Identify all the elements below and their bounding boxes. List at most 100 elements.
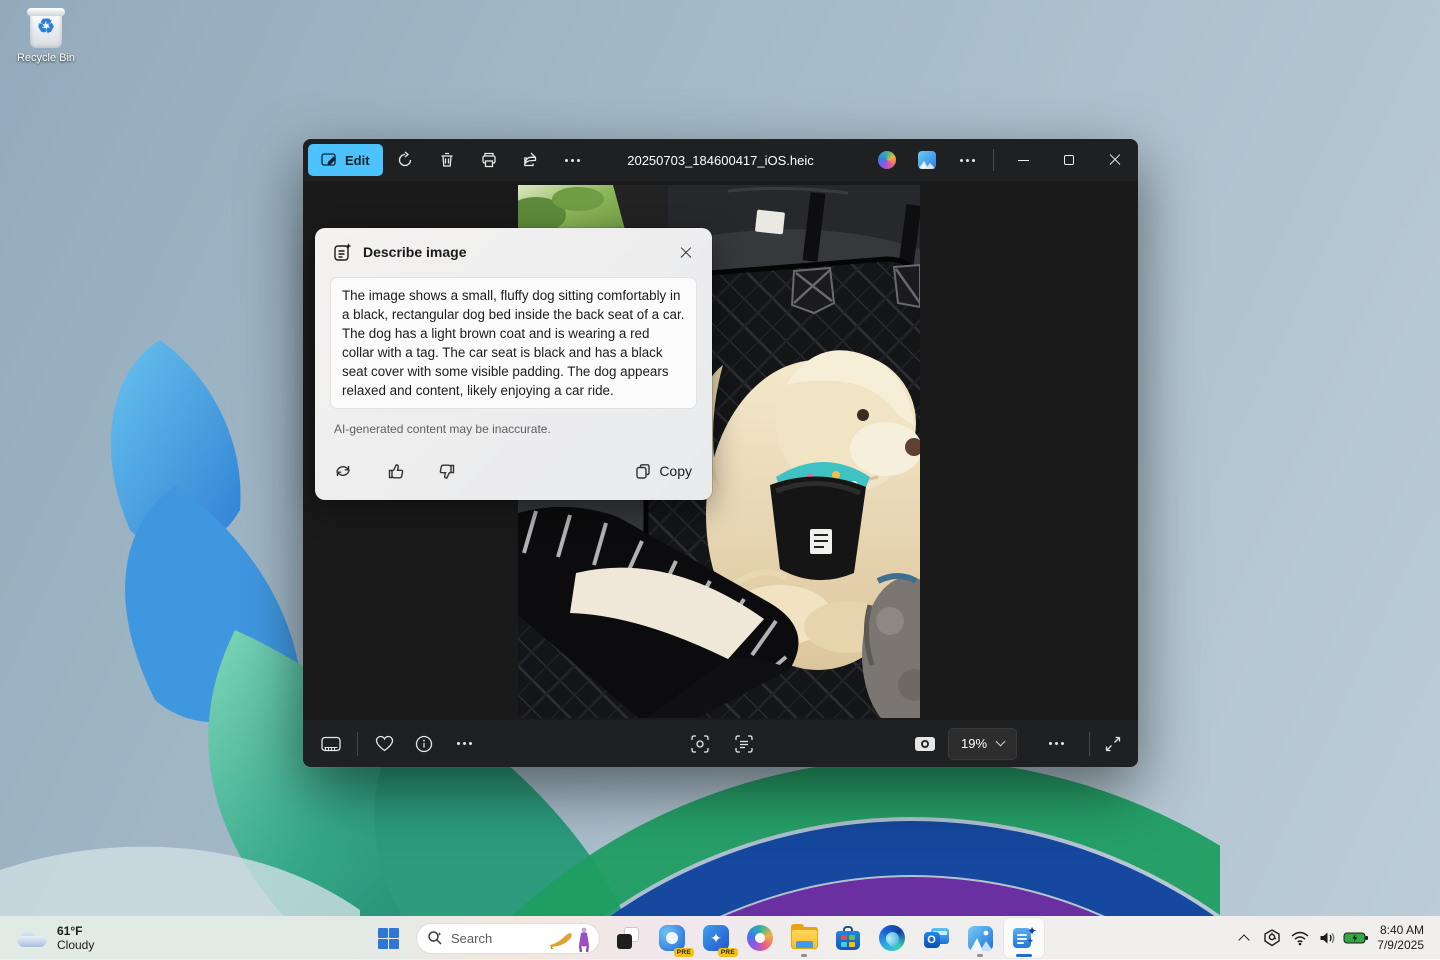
photos-icon [968, 926, 993, 951]
more-titlebar-button[interactable] [947, 143, 987, 177]
recycle-bin-icon: ♻ [26, 6, 66, 50]
weather-condition: Cloudy [57, 938, 94, 952]
microsoft-store-app[interactable] [828, 918, 868, 958]
windows-logo-icon [378, 928, 399, 949]
pre-badge: PRE [718, 948, 738, 957]
system-tray: 8:40 AM 7/9/2025 [1231, 916, 1440, 960]
share-icon [522, 151, 540, 169]
chevron-down-icon [996, 737, 1006, 747]
recycle-bin-shortcut[interactable]: ♻ Recycle Bin [8, 6, 84, 64]
regenerate-button[interactable] [325, 455, 361, 487]
tray-app-button[interactable] [1259, 920, 1285, 956]
outlook-icon: O [924, 926, 949, 950]
delete-button[interactable] [427, 143, 467, 177]
more-view-options-button[interactable] [1036, 726, 1076, 762]
thumbs-down-icon [439, 463, 456, 480]
close-icon [680, 247, 692, 259]
minimize-button[interactable] [1000, 139, 1046, 181]
trash-icon [438, 151, 456, 169]
zoom-level-dropdown[interactable]: 19% [948, 728, 1017, 760]
info-icon [415, 735, 433, 753]
file-info-button[interactable] [404, 726, 444, 762]
favorite-button[interactable] [364, 726, 404, 762]
snipping-preview-app[interactable]: ✦ PRE [696, 918, 736, 958]
photos-app-button[interactable] [907, 143, 947, 177]
copy-icon [635, 463, 651, 480]
photos-icon [918, 151, 936, 169]
maximize-button[interactable] [1046, 139, 1092, 181]
task-view-button[interactable] [608, 918, 648, 958]
describe-image-button[interactable] [724, 726, 764, 762]
share-button[interactable] [511, 143, 551, 177]
bottom-toolbar: 19% [303, 720, 1138, 767]
thumbs-up-button[interactable] [377, 455, 413, 487]
edge-icon [879, 925, 905, 951]
weather-widget[interactable]: 61°F Cloudy [10, 916, 102, 960]
speaker-icon [1318, 930, 1338, 946]
wifi-icon [1290, 930, 1310, 946]
visual-search-icon [690, 734, 710, 754]
describe-image-active-app[interactable]: ✦ ✦ [1004, 918, 1044, 958]
volume-button[interactable] [1315, 920, 1341, 956]
store-icon [836, 926, 860, 950]
outlook-app[interactable]: O [916, 918, 956, 958]
rotate-button[interactable] [385, 143, 425, 177]
clock-widget[interactable]: 8:40 AM 7/9/2025 [1371, 923, 1430, 953]
minimize-icon [1018, 160, 1029, 161]
titlebar: Edit 20250703_184600417_iOS.heic [303, 139, 1138, 181]
photos-app[interactable] [960, 918, 1000, 958]
more-toolbar-button[interactable] [553, 143, 593, 177]
dress-icon [577, 927, 591, 953]
close-icon [1109, 154, 1121, 166]
fit-to-window-button[interactable] [905, 726, 945, 762]
tray-date: 7/9/2025 [1377, 938, 1424, 953]
ai-notes-icon: ✦ ✦ [1012, 926, 1036, 950]
weather-temperature: 61°F [57, 924, 82, 938]
edit-button[interactable]: Edit [308, 144, 383, 176]
description-text[interactable]: The image shows a small, fluffy dog sitt… [330, 277, 697, 409]
chevron-up-icon [1239, 934, 1250, 945]
copilot-preview-app[interactable]: PRE [652, 918, 692, 958]
thumbs-down-button[interactable] [429, 455, 465, 487]
dialog-close-button[interactable] [672, 240, 700, 266]
search-icon [427, 930, 443, 946]
rotate-icon [396, 151, 414, 169]
copy-label: Copy [659, 463, 692, 479]
edit-icon [321, 153, 338, 168]
fullscreen-icon [1104, 735, 1122, 753]
copilot-icon [878, 151, 896, 169]
titlebar-separator [993, 149, 994, 171]
hidden-icons-button[interactable] [1231, 920, 1257, 956]
heel-shoe-icon [548, 927, 574, 951]
search-placeholder: Search [451, 931, 492, 946]
search-box[interactable]: Search [416, 923, 600, 954]
toolbar-separator [1089, 732, 1090, 756]
window-title: 20250703_184600417_iOS.heic [627, 153, 814, 168]
close-button[interactable] [1092, 139, 1138, 181]
more-actions-button[interactable] [444, 726, 484, 762]
ellipsis-icon [1049, 742, 1064, 745]
start-button[interactable] [368, 918, 408, 958]
visual-search-button[interactable] [680, 726, 720, 762]
file-explorer-icon [791, 927, 818, 949]
cloudy-weather-icon [18, 929, 48, 947]
describe-dialog-icon [333, 242, 353, 262]
search-highlight-art [548, 927, 591, 953]
print-button[interactable] [469, 143, 509, 177]
filmstrip-toggle-button[interactable] [311, 726, 351, 762]
describe-image-icon [734, 734, 754, 754]
copilot-app[interactable] [740, 918, 780, 958]
zoom-level-value: 19% [961, 736, 987, 751]
edge-browser-app[interactable] [872, 918, 912, 958]
copilot-button[interactable] [867, 143, 907, 177]
fullscreen-button[interactable] [1093, 726, 1133, 762]
file-explorer-app[interactable] [784, 918, 824, 958]
pre-badge: PRE [674, 948, 694, 957]
print-icon [480, 151, 498, 169]
toolbar-separator [357, 732, 358, 756]
taskbar: 61°F Cloudy Search [0, 916, 1440, 960]
battery-button[interactable] [1343, 920, 1369, 956]
dialog-title: Describe image [363, 244, 467, 260]
wifi-button[interactable] [1287, 920, 1313, 956]
copy-button[interactable]: Copy [625, 457, 702, 486]
